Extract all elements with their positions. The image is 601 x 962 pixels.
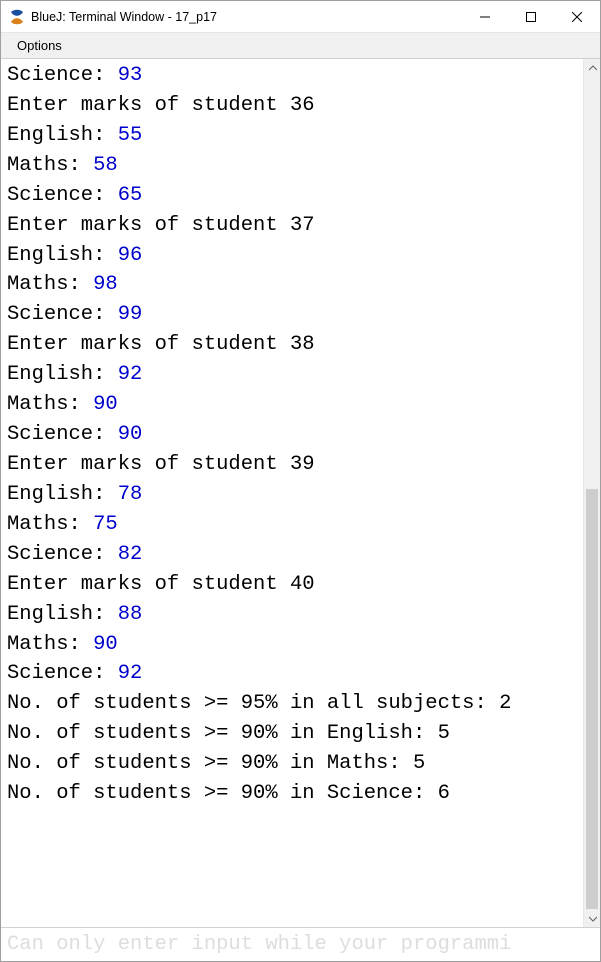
terminal-line: Science: 90: [7, 420, 579, 450]
terminal-prompt-text: No. of students >= 90% in Maths: 5: [7, 752, 425, 775]
terminal-prompt-text: Maths:: [7, 273, 93, 296]
terminal-user-input: 90: [93, 393, 118, 416]
terminal-line: Maths: 90: [7, 630, 579, 660]
terminal-prompt-text: Enter marks of student 39: [7, 453, 315, 476]
terminal-user-input: 75: [93, 513, 118, 536]
terminal-user-input: 90: [93, 633, 118, 656]
terminal-prompt-text: Science:: [7, 543, 118, 566]
terminal-user-input: 65: [118, 184, 143, 207]
terminal-prompt-text: English:: [7, 363, 118, 386]
scroll-thumb[interactable]: [586, 489, 598, 909]
terminal-user-input: 82: [118, 543, 143, 566]
terminal-line: Science: 82: [7, 540, 579, 570]
terminal-line: Science: 92: [7, 659, 579, 689]
terminal-line: Science: 93: [7, 61, 579, 91]
terminal-line: Maths: 75: [7, 510, 579, 540]
terminal-line: Maths: 98: [7, 270, 579, 300]
terminal-prompt-text: [7, 842, 19, 865]
menu-options[interactable]: Options: [7, 36, 72, 55]
terminal-user-input: 92: [118, 662, 143, 685]
scroll-down-arrow[interactable]: [584, 910, 601, 927]
terminal-line: [7, 809, 579, 839]
terminal-prompt-text: English:: [7, 124, 118, 147]
terminal-output[interactable]: Science: 93 Enter marks of student 36 Engl…: [1, 59, 583, 927]
terminal-line: No. of students >= 90% in English: 5: [7, 719, 579, 749]
input-placeholder: Can only enter input while your programm…: [7, 933, 511, 956]
terminal-prompt-text: Enter marks of student 37: [7, 214, 315, 237]
terminal-line: Enter marks of student 39: [7, 450, 579, 480]
terminal-prompt-text: No. of students >= 90% in Science: 6: [7, 782, 450, 805]
terminal-user-input: 90: [118, 423, 143, 446]
terminal-line: Enter marks of student 38: [7, 330, 579, 360]
terminal-prompt-text: Enter marks of student 38: [7, 333, 315, 356]
terminal-user-input: 96: [118, 244, 143, 267]
terminal-prompt-text: English:: [7, 483, 118, 506]
terminal-line: English: 88: [7, 600, 579, 630]
scroll-up-arrow[interactable]: [584, 59, 601, 76]
menu-bar: Options: [1, 33, 600, 59]
terminal-prompt-text: Maths:: [7, 513, 93, 536]
terminal-line: Science: 65: [7, 181, 579, 211]
terminal-line: English: 78: [7, 480, 579, 510]
terminal-line: Enter marks of student 37: [7, 211, 579, 241]
window-title: BlueJ: Terminal Window - 17_p17: [31, 10, 217, 24]
terminal-prompt-text: Maths:: [7, 393, 93, 416]
terminal-user-input: 55: [118, 124, 143, 147]
terminal-line: Enter marks of student 40: [7, 570, 579, 600]
terminal-line: Science: 99: [7, 300, 579, 330]
terminal-user-input: 99: [118, 303, 143, 326]
close-button[interactable]: [554, 1, 600, 33]
terminal-user-input: 92: [118, 363, 143, 386]
terminal-line: No. of students >= 90% in Maths: 5: [7, 749, 579, 779]
terminal-prompt-text: English:: [7, 603, 118, 626]
terminal-prompt-text: Enter marks of student 40: [7, 573, 315, 596]
terminal-line: English: 96: [7, 241, 579, 271]
terminal-user-input: 58: [93, 154, 118, 177]
terminal-line: [7, 869, 579, 899]
terminal-line: Enter marks of student 36: [7, 91, 579, 121]
terminal-prompt-text: No. of students >= 95% in all subjects: …: [7, 692, 511, 715]
terminal-user-input: 93: [118, 64, 143, 87]
terminal-prompt-text: Science:: [7, 662, 118, 685]
vertical-scrollbar[interactable]: [583, 59, 600, 927]
terminal-line: English: 55: [7, 121, 579, 151]
terminal-user-input: 88: [118, 603, 143, 626]
terminal-prompt-text: Enter marks of student 36: [7, 94, 315, 117]
terminal-line: English: 92: [7, 360, 579, 390]
terminal-line: Maths: 58: [7, 151, 579, 181]
terminal-user-input: 98: [93, 273, 118, 296]
terminal-prompt-text: Science:: [7, 423, 118, 446]
terminal-user-input: 78: [118, 483, 143, 506]
terminal-line: No. of students >= 90% in Science: 6: [7, 779, 579, 809]
bluej-icon: [9, 9, 25, 25]
terminal-line: Maths: 90: [7, 390, 579, 420]
title-bar: BlueJ: Terminal Window - 17_p17: [1, 1, 600, 33]
terminal-prompt-text: English:: [7, 244, 118, 267]
terminal-line: No. of students >= 95% in all subjects: …: [7, 689, 579, 719]
maximize-button[interactable]: [508, 1, 554, 33]
input-bar: Can only enter input while your programm…: [1, 927, 600, 961]
window: BlueJ: Terminal Window - 17_p17 Options …: [0, 0, 601, 962]
terminal-prompt-text: [7, 812, 19, 835]
terminal-prompt-text: Science:: [7, 303, 118, 326]
terminal-prompt-text: Maths:: [7, 633, 93, 656]
terminal-prompt-text: Science:: [7, 64, 118, 87]
terminal-line: [7, 839, 579, 869]
terminal-area: Science: 93 Enter marks of student 36 Engl…: [1, 59, 600, 927]
terminal-prompt-text: No. of students >= 90% in English: 5: [7, 722, 450, 745]
terminal-prompt-text: Maths:: [7, 154, 93, 177]
minimize-button[interactable]: [462, 1, 508, 33]
terminal-prompt-text: Science:: [7, 184, 118, 207]
terminal-prompt-text: [7, 872, 19, 895]
